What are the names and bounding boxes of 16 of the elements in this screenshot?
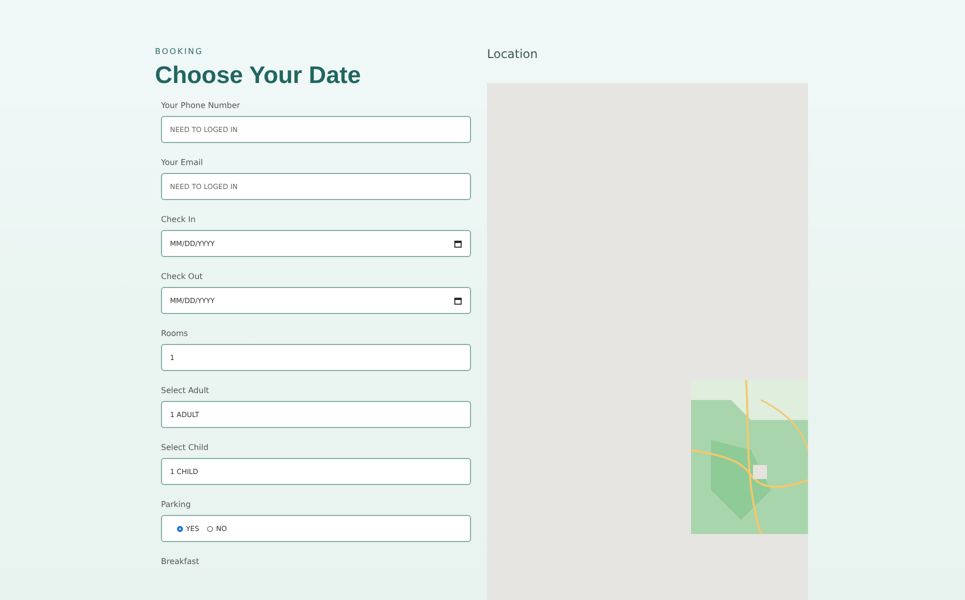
calendar-icon[interactable]: [454, 240, 462, 248]
field-label: Rooms: [161, 328, 189, 339]
field-label: Select Adult: [161, 385, 210, 396]
field-label: Your Phone Number: [161, 100, 242, 111]
radio-button[interactable]: [177, 526, 183, 532]
section-title: Location: [487, 47, 539, 61]
section-label: BOOKING: [155, 47, 204, 56]
calendar-icon[interactable]: [454, 296, 462, 304]
field-label: Select Child: [161, 442, 210, 453]
field-label: Breakfast: [161, 556, 200, 567]
page-title: Choose Your Date: [155, 62, 362, 90]
radio-button[interactable]: [207, 526, 214, 532]
field-label: Parking: [161, 499, 192, 510]
field-label: Check Out: [161, 271, 204, 282]
field-label: Check In: [161, 214, 197, 225]
field-label: Your Email: [161, 157, 204, 168]
